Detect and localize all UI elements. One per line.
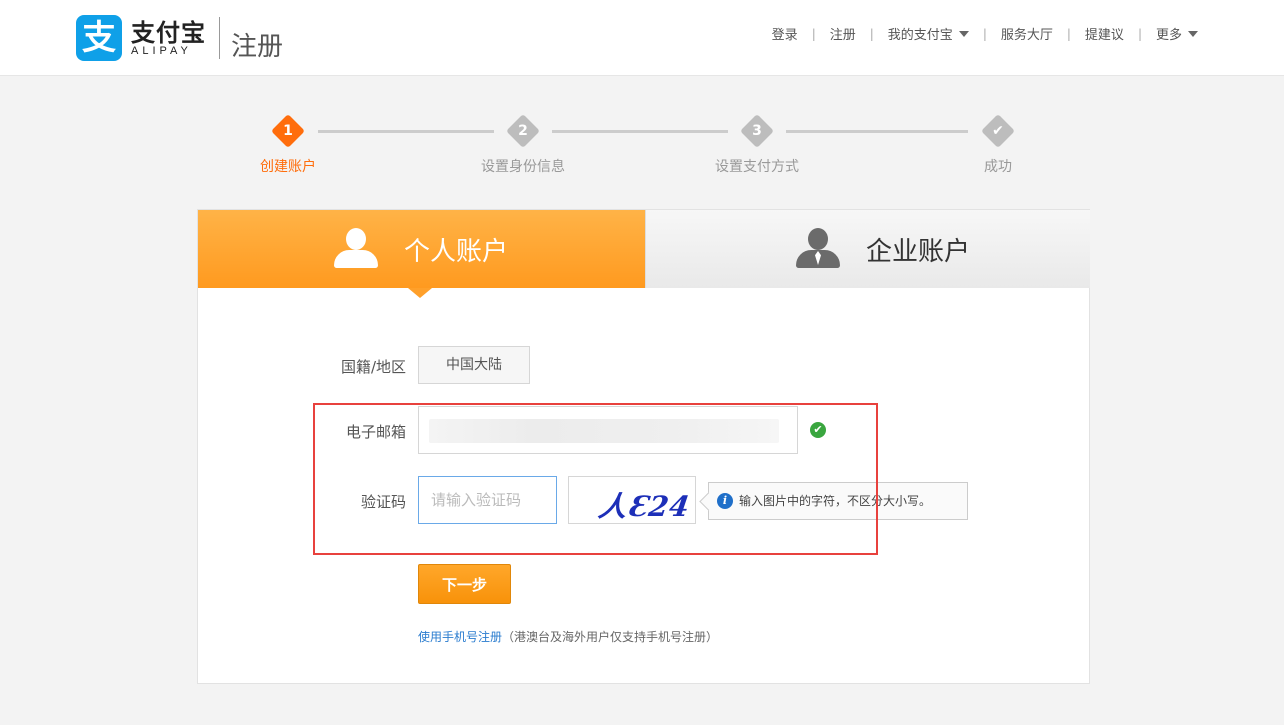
nav-more-menu[interactable]: 更多 xyxy=(1156,24,1198,43)
captcha-image[interactable]: 人Ɛ24 xyxy=(568,476,696,524)
phone-register-row: 使用手机号注册（港澳台及海外用户仅支持手机号注册） xyxy=(418,628,718,645)
step-3-label: 设置支付方式 xyxy=(715,159,799,175)
nav-separator: | xyxy=(869,26,874,41)
step-1-marker: 1 xyxy=(271,114,305,148)
step-2-label: 设置身份信息 xyxy=(481,159,565,175)
nav-service-hall-link[interactable]: 服务大厅 xyxy=(1001,24,1053,43)
tab-business-label: 企业账户 xyxy=(866,236,971,267)
site-header: 支 支付宝 ALIPAY 注册 登录 | 注册 | 我的支付宝 | 服务大厅 |… xyxy=(0,0,1284,76)
email-blurred-value xyxy=(429,419,779,443)
step-3-marker: 3 xyxy=(740,114,774,148)
step-4-label: 成功 xyxy=(984,159,1012,175)
step-connector xyxy=(552,130,728,133)
business-user-icon xyxy=(796,228,840,270)
registration-card: 个人账户 企业账户 国籍/地区 中国大陆 电子邮箱 ✔ 验证码 人Ɛ24 i 输… xyxy=(197,209,1090,684)
logo-divider xyxy=(219,17,220,59)
nav-separator: | xyxy=(811,26,816,41)
phone-register-link[interactable]: 使用手机号注册 xyxy=(418,630,502,644)
alipay-logo-icon[interactable]: 支 xyxy=(76,15,122,61)
nav-login-link[interactable]: 登录 xyxy=(772,24,798,43)
phone-register-note: （港澳台及海外用户仅支持手机号注册） xyxy=(502,630,719,644)
captcha-text: 人Ɛ24 xyxy=(596,490,693,523)
info-icon: i xyxy=(717,493,733,509)
step-connector xyxy=(786,130,968,133)
email-field[interactable] xyxy=(418,406,798,454)
caret-down-icon xyxy=(1188,30,1198,37)
top-nav: 登录 | 注册 | 我的支付宝 | 服务大厅 | 提建议 | 更多 xyxy=(772,24,1198,43)
logo-text-cn: 支付宝 xyxy=(131,19,206,47)
logo-text-en: ALIPAY xyxy=(131,45,192,57)
nav-more-label: 更多 xyxy=(1155,28,1182,43)
country-label: 国籍/地区 xyxy=(340,358,406,376)
user-icon xyxy=(334,228,378,270)
tab-personal-account[interactable]: 个人账户 xyxy=(198,210,645,298)
step-connector xyxy=(318,130,494,133)
valid-check-icon: ✔ xyxy=(810,422,826,438)
nav-my-alipay-menu[interactable]: 我的支付宝 xyxy=(888,24,969,43)
tab-business-account[interactable]: 企业账户 xyxy=(645,210,1090,288)
next-step-button[interactable]: 下一步 xyxy=(418,564,511,604)
active-tab-pointer xyxy=(408,288,432,298)
nav-separator: | xyxy=(982,26,987,41)
nav-separator: | xyxy=(1066,26,1071,41)
nav-register-link[interactable]: 注册 xyxy=(830,24,856,43)
caret-down-icon xyxy=(958,30,969,37)
captcha-label: 验证码 xyxy=(360,493,406,511)
captcha-input[interactable] xyxy=(418,476,557,524)
tab-personal-label: 个人账户 xyxy=(404,236,509,267)
nav-suggestion-link[interactable]: 提建议 xyxy=(1085,24,1124,43)
captcha-hint-text: 输入图片中的字符，不区分大小写。 xyxy=(739,494,932,508)
page-title: 注册 xyxy=(231,32,284,62)
progress-steps: 1 2 3 ✔ 创建账户 设置身份信息 设置支付方式 成功 xyxy=(0,112,1284,182)
country-select[interactable]: 中国大陆 xyxy=(418,346,530,384)
nav-separator: | xyxy=(1137,26,1142,41)
email-label: 电子邮箱 xyxy=(345,423,406,441)
step-2-marker: 2 xyxy=(506,114,540,148)
step-success-check-icon: ✔ xyxy=(981,114,1015,148)
nav-my-alipay-label: 我的支付宝 xyxy=(887,28,953,43)
step-1-label: 创建账户 xyxy=(260,159,316,175)
captcha-hint-tooltip: i 输入图片中的字符，不区分大小写。 xyxy=(708,482,968,520)
